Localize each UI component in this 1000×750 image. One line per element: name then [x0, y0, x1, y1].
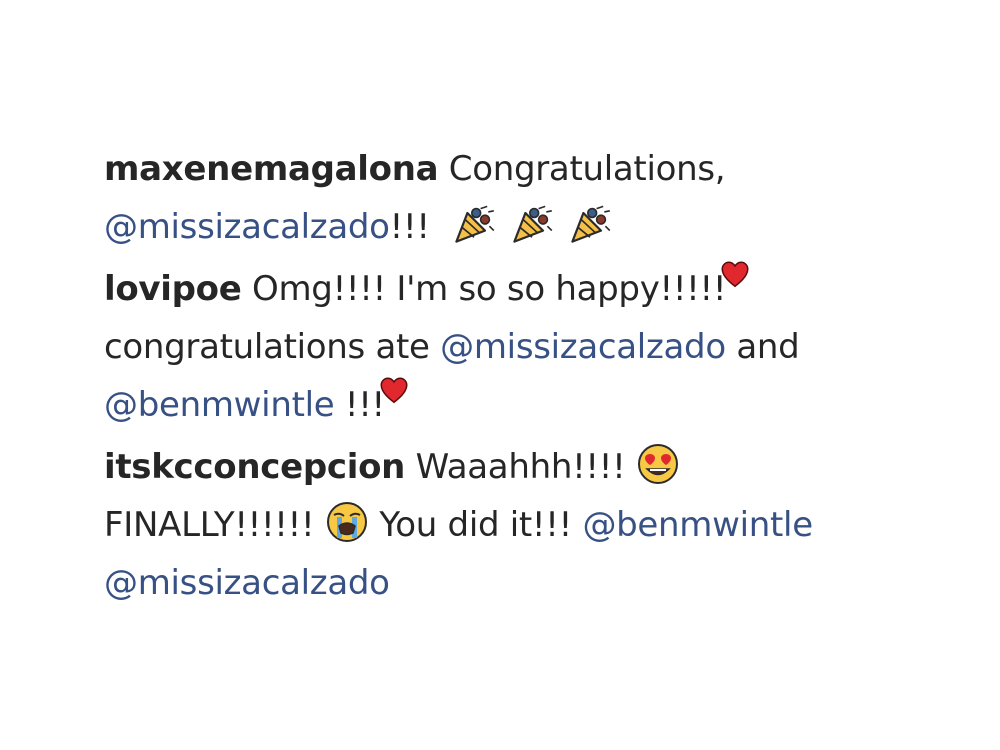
- red-heart-icon: [379, 376, 409, 406]
- comment-text: Congratulations,: [448, 149, 726, 189]
- comment: maxenemagalona Congratulations, @missiza…: [104, 140, 964, 256]
- mention-link[interactable]: @benmwintle: [104, 385, 335, 425]
- comment-text: FINALLY!!!!!!: [104, 505, 315, 545]
- comment-username[interactable]: maxenemagalona: [104, 149, 439, 189]
- comment-username[interactable]: itskcconcepcion: [104, 447, 405, 487]
- party-popper-icon: [452, 202, 496, 246]
- comment: itskcconcepcion Waaahhh!!!! FINALLY!!!!!…: [104, 438, 964, 612]
- comments-list: maxenemagalona Congratulations, @missiza…: [104, 140, 964, 616]
- heart-eyes-face-icon: [636, 442, 680, 486]
- comment-text: and: [736, 327, 800, 367]
- mention-link[interactable]: @missizacalzado: [104, 563, 390, 603]
- comment: lovipoe Omg!!!! I'm so so happy!!!!! con…: [104, 260, 964, 434]
- mention-link[interactable]: @missizacalzado: [104, 207, 390, 247]
- red-heart-icon: [720, 260, 750, 290]
- mention-link[interactable]: @benmwintle: [582, 505, 813, 545]
- party-popper-icon: [510, 202, 554, 246]
- comment-text: Waaahhh!!!!: [415, 447, 626, 487]
- mention-link[interactable]: @missizacalzado: [440, 327, 726, 367]
- comment-text: Omg!!!! I'm so so happy!!!!!: [252, 269, 727, 309]
- comment-username[interactable]: lovipoe: [104, 269, 242, 309]
- comment-text: !!!: [389, 207, 430, 247]
- party-popper-icon: [568, 202, 612, 246]
- comment-text: congratulations ate: [104, 327, 430, 367]
- comment-text: You did it!!!: [379, 505, 572, 545]
- loudly-crying-face-icon: [325, 500, 369, 544]
